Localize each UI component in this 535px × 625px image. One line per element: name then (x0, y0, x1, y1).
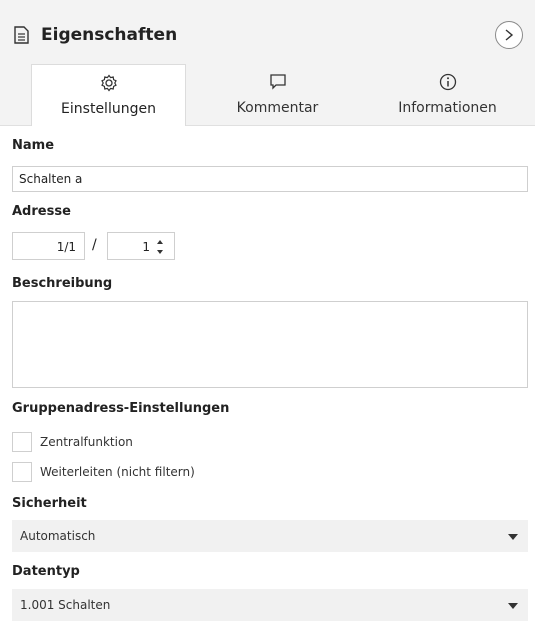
tab-einstellungen-label: Einstellungen (61, 101, 156, 117)
datatype-label: Datentyp (12, 564, 80, 579)
address-label: Adresse (12, 204, 71, 219)
datatype-select[interactable]: 1.001 Schalten (12, 589, 528, 621)
security-value: Automatisch (20, 529, 96, 543)
tab-kommentar[interactable]: Kommentar (200, 64, 355, 125)
name-input[interactable] (12, 166, 528, 192)
gear-icon (100, 74, 117, 92)
group-settings-label: Gruppenadress-Einstellungen (12, 401, 230, 416)
address-main-value: 1/1 (56, 240, 76, 254)
name-label: Name (12, 138, 55, 153)
central-function-label: Zentralfunktion (40, 435, 133, 449)
address-main-input[interactable]: 1/1 (12, 232, 85, 260)
forward-unfiltered-label: Weiterleiten (nicht filtern) (40, 465, 195, 479)
chevron-right-icon (505, 29, 514, 41)
tab-einstellungen[interactable]: Einstellungen (31, 64, 186, 126)
panel-title: Eigenschaften (41, 25, 178, 45)
address-sub-value: 1 (142, 240, 150, 254)
comment-icon (269, 74, 286, 90)
document-icon (14, 26, 29, 44)
description-textarea[interactable] (12, 301, 528, 388)
tab-kommentar-label: Kommentar (236, 100, 319, 116)
info-icon (439, 73, 456, 91)
properties-panel: Eigenschaften Einstellungen Kommentar In… (0, 0, 535, 625)
security-label: Sicherheit (12, 496, 87, 511)
tab-informationen[interactable]: Informationen (365, 64, 530, 125)
address-separator: / (92, 237, 97, 253)
description-label: Beschreibung (12, 276, 113, 291)
tab-bar: Einstellungen Kommentar Informationen (0, 60, 535, 126)
address-sub-stepper[interactable]: 1 (107, 232, 175, 260)
datatype-value: 1.001 Schalten (20, 598, 111, 612)
collapse-panel-button[interactable] (495, 21, 523, 49)
caret-down-icon (508, 534, 518, 540)
central-function-checkbox[interactable] (12, 432, 32, 452)
forward-unfiltered-checkbox[interactable] (12, 462, 32, 482)
caret-down-icon (508, 603, 518, 609)
tab-informationen-label: Informationen (398, 100, 497, 116)
stepper-arrows-icon[interactable] (154, 239, 166, 255)
panel-header: Eigenschaften (0, 0, 535, 60)
security-select[interactable]: Automatisch (12, 520, 528, 552)
